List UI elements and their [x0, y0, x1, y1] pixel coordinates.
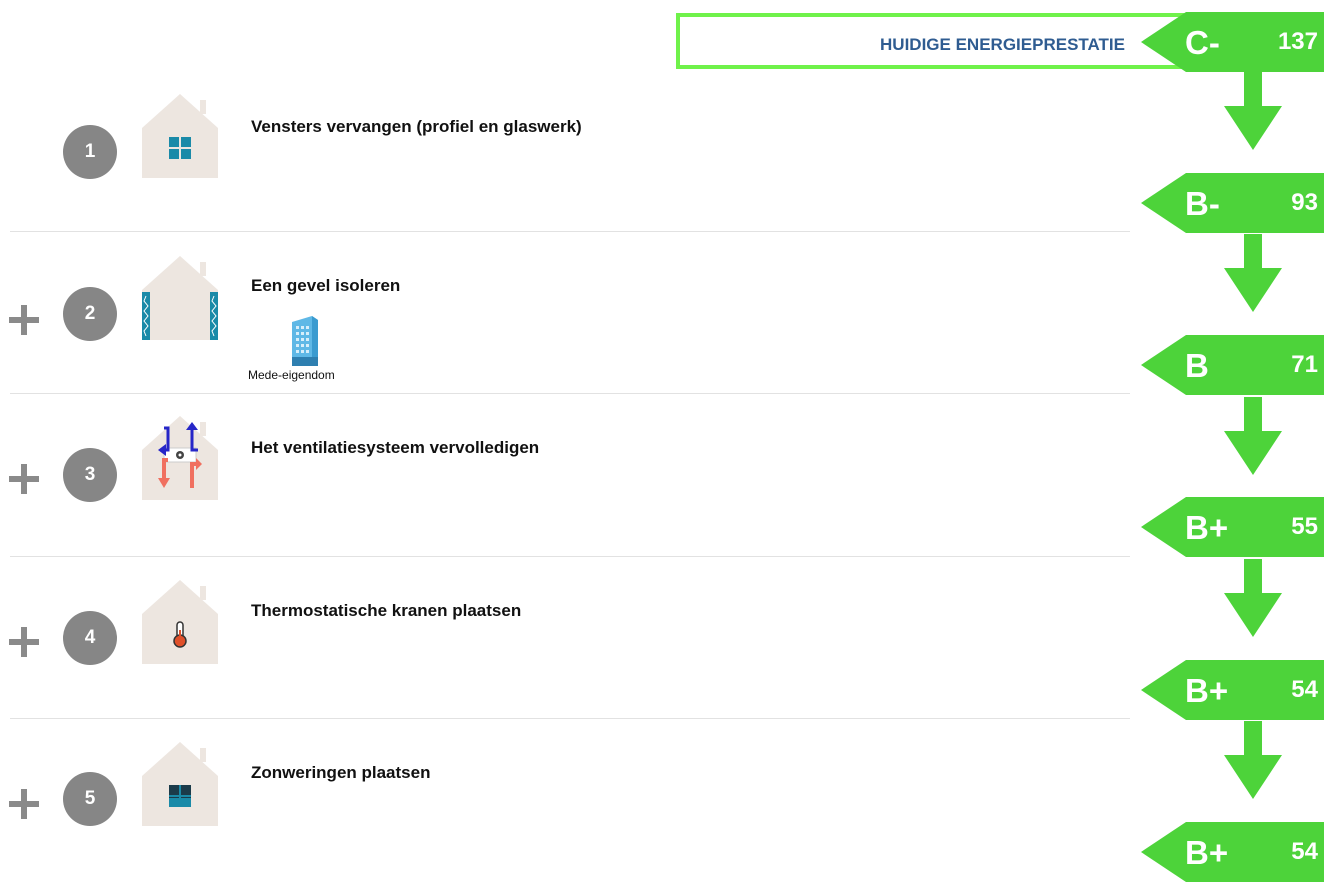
step-number-4: 4	[63, 611, 117, 665]
window-house-icon	[142, 94, 218, 178]
step-title-5: Zonweringen plaatsen	[251, 763, 431, 782]
result-value: 54	[1291, 838, 1318, 865]
plus-icon	[9, 305, 39, 335]
row-divider	[10, 393, 1130, 394]
plus-icon	[9, 464, 39, 494]
step-title-3: Het ventilatiesysteem vervolledigen	[251, 438, 540, 457]
result-letter: B+	[1185, 834, 1229, 871]
row-divider	[10, 556, 1130, 557]
result-value: 55	[1291, 513, 1318, 540]
result-value: 93	[1291, 189, 1318, 216]
down-arrow-icon	[1224, 559, 1282, 637]
result-tag-1: B- 93	[1141, 173, 1324, 233]
co-ownership-label: Mede-eigendom	[248, 368, 335, 382]
shaded-window-house-icon	[142, 742, 218, 826]
step-number-3: 3	[63, 448, 117, 502]
current-performance-label: HUIDIGE ENERGIEPRESTATIE	[880, 35, 1125, 54]
result-tag-2: B 71	[1141, 335, 1324, 395]
current-letter: C-	[1185, 24, 1220, 61]
result-letter: B+	[1185, 509, 1229, 546]
plus-icon	[9, 627, 39, 657]
insulated-wall-house-icon	[142, 256, 218, 340]
down-arrow-icon	[1224, 234, 1282, 312]
result-value: 54	[1291, 676, 1318, 703]
step-number-5: 5	[63, 772, 117, 826]
down-arrow-icon	[1224, 721, 1282, 799]
result-value: 71	[1291, 351, 1318, 378]
plus-icon	[9, 789, 39, 819]
step-title-2: Een gevel isoleren	[251, 276, 401, 295]
result-tag-5: B+ 54	[1141, 822, 1324, 882]
apartment-building-icon	[292, 316, 318, 366]
step-number-1: 1	[63, 125, 117, 179]
result-letter: B	[1185, 347, 1209, 384]
result-tag-3: B+ 55	[1141, 497, 1324, 557]
current-value: 137	[1277, 28, 1318, 55]
current-label-tag: C- 137	[1141, 12, 1324, 72]
thermometer-house-icon	[142, 580, 218, 664]
result-tag-4: B+ 54	[1141, 660, 1324, 720]
result-letter: B-	[1185, 185, 1220, 222]
row-divider	[10, 231, 1130, 232]
step-title-4: Thermostatische kranen plaatsen	[251, 601, 522, 620]
step-title-1: Vensters vervangen (profiel en glaswerk)	[251, 117, 582, 136]
down-arrow-icon	[1224, 72, 1282, 150]
result-letter: B+	[1185, 672, 1229, 709]
ventilation-house-icon	[142, 416, 218, 500]
step-number-2: 2	[63, 287, 117, 341]
down-arrow-icon	[1224, 397, 1282, 475]
co-ownership: Mede-eigendom	[248, 316, 368, 386]
row-divider	[10, 718, 1130, 719]
